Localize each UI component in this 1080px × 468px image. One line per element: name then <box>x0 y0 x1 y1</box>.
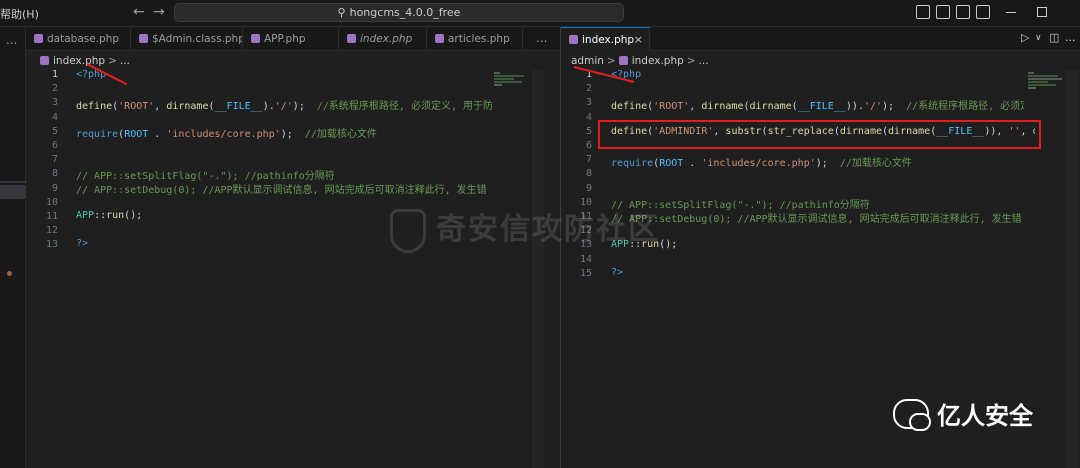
activity-more-icon[interactable]: ... <box>6 33 17 47</box>
line-number: 10 <box>45 196 58 208</box>
editor-more-icon[interactable]: ... <box>1065 31 1076 44</box>
activity-selection <box>0 185 26 199</box>
code-line-5: require(ROOT . 'includes/core.php'); //加… <box>76 129 377 140</box>
line-number: 13 <box>45 239 58 251</box>
line-number: 12 <box>45 225 58 237</box>
line-number: 4 <box>51 111 58 123</box>
tab-admin-class-php[interactable]: $Admin.class.php <box>131 27 243 51</box>
breadcrumb-symbols[interactable]: ... <box>699 55 709 67</box>
tab-index-php-right[interactable]: index.php × <box>561 27 650 51</box>
toggle-panel-icon[interactable] <box>936 5 950 19</box>
line-number: 5 <box>585 125 592 137</box>
line-number: 9 <box>585 182 592 194</box>
line-number: 5 <box>51 125 58 137</box>
code-line-13: ?> <box>76 238 89 249</box>
close-icon[interactable]: × <box>634 28 643 51</box>
line-number: 4 <box>585 111 592 123</box>
brand-text: 亿人安全 <box>937 402 1033 430</box>
breakpoint-dot <box>7 271 12 276</box>
left-minimap[interactable] <box>494 70 530 150</box>
wechat-icon <box>893 398 931 431</box>
line-number: 3 <box>51 97 58 109</box>
line-number: 6 <box>51 140 58 151</box>
shield-icon <box>390 208 426 253</box>
breadcrumb-folder[interactable]: admin <box>571 55 604 67</box>
breadcrumb-file[interactable]: index.php <box>632 55 684 67</box>
php-file-icon <box>40 56 49 65</box>
code-line-r11: // APP::setDebug(0); //APP默认显示调试信息, 网站完成… <box>611 214 1022 225</box>
right-tab-bar: index.php × <box>561 27 1080 51</box>
left-scrollbar[interactable] <box>532 70 544 468</box>
code-line-r15: ?> <box>611 267 624 278</box>
forward-arrow-icon[interactable]: → <box>153 4 165 20</box>
toggle-secondary-sidebar-icon[interactable] <box>956 5 970 19</box>
php-file-icon <box>347 34 356 43</box>
line-number: 2 <box>585 83 592 95</box>
line-number: 8 <box>585 168 592 180</box>
code-line-8: // APP::setSplitFlag("-."); //pathinfo分隔… <box>76 171 335 182</box>
php-file-icon <box>251 34 260 43</box>
toggle-sidebar-icon[interactable] <box>916 5 930 19</box>
restore-icon[interactable] <box>1037 7 1047 17</box>
line-number: 1 <box>51 69 58 80</box>
line-number: 6 <box>585 140 592 151</box>
line-number: 8 <box>51 168 58 180</box>
command-center-search[interactable]: ⚲ hongcms_4.0.0_free <box>174 3 624 22</box>
search-icon: ⚲ <box>337 6 346 19</box>
line-number: 2 <box>51 83 58 95</box>
tab-database-php[interactable]: database.php <box>26 27 131 51</box>
php-file-icon <box>618 56 628 65</box>
right-scrollbar[interactable] <box>1066 70 1078 468</box>
breadcrumb-separator: > <box>108 55 117 67</box>
breadcrumb-separator: > <box>686 55 696 67</box>
watermark: 奇安信攻防社区 <box>390 204 660 253</box>
tab-more-icon[interactable]: ... <box>536 31 547 45</box>
menu-help[interactable]: 帮助(H) <box>0 6 39 22</box>
line-number: 3 <box>585 97 592 109</box>
line-number: 14 <box>579 253 592 265</box>
customize-layout-icon[interactable] <box>976 5 990 19</box>
back-arrow-icon[interactable]: ← <box>133 4 145 20</box>
minimize-icon[interactable] <box>1006 12 1016 13</box>
line-number: 9 <box>51 182 58 194</box>
run-dropdown-icon[interactable]: ∨ <box>1035 33 1042 43</box>
split-editor-icon[interactable]: ◫ <box>1049 31 1059 44</box>
line-number: 7 <box>585 154 592 166</box>
breadcrumb-symbols[interactable]: ... <box>120 55 130 67</box>
highlight-box <box>598 120 1041 149</box>
title-bar: 帮助(H) ← → ⚲ hongcms_4.0.0_free <box>0 0 1080 27</box>
activity-marker <box>0 181 26 183</box>
breadcrumb-right: admin > index.php >... <box>571 52 709 70</box>
php-file-icon <box>139 34 148 43</box>
php-file-icon <box>435 34 444 43</box>
brand-badge: 亿人安全 <box>893 396 1033 442</box>
line-number: 7 <box>51 154 58 166</box>
run-icon[interactable]: ▷ <box>1021 31 1029 44</box>
tab-app-php[interactable]: APP.php <box>243 27 339 51</box>
php-file-icon <box>34 34 43 43</box>
php-file-icon <box>569 35 578 44</box>
code-line-r3: define('ROOT', dirname(dirname(__FILE__)… <box>611 101 1024 112</box>
activity-bar: ... <box>0 27 26 468</box>
tab-index-php[interactable]: index.php <box>339 27 427 51</box>
code-line-11: APP::run(); <box>76 210 143 221</box>
line-number: 11 <box>45 211 58 222</box>
left-tab-bar: database.php $Admin.class.php APP.php in… <box>26 27 560 51</box>
code-line-r7: require(ROOT . 'includes/core.php'); //加… <box>611 158 912 169</box>
breadcrumb-left: index.php >... <box>40 52 130 70</box>
line-number: 15 <box>579 267 592 279</box>
code-line-3: define('ROOT', dirname(__FILE__).'/'); /… <box>76 101 494 112</box>
breadcrumb-file[interactable]: index.php <box>53 55 105 67</box>
tab-articles-php[interactable]: articles.php <box>427 27 523 51</box>
code-line-9: // APP::setDebug(0); //APP默认显示调试信息, 网站完成… <box>76 185 487 196</box>
breadcrumb-separator: > <box>606 55 616 67</box>
workspace-name: hongcms_4.0.0_free <box>349 6 461 19</box>
